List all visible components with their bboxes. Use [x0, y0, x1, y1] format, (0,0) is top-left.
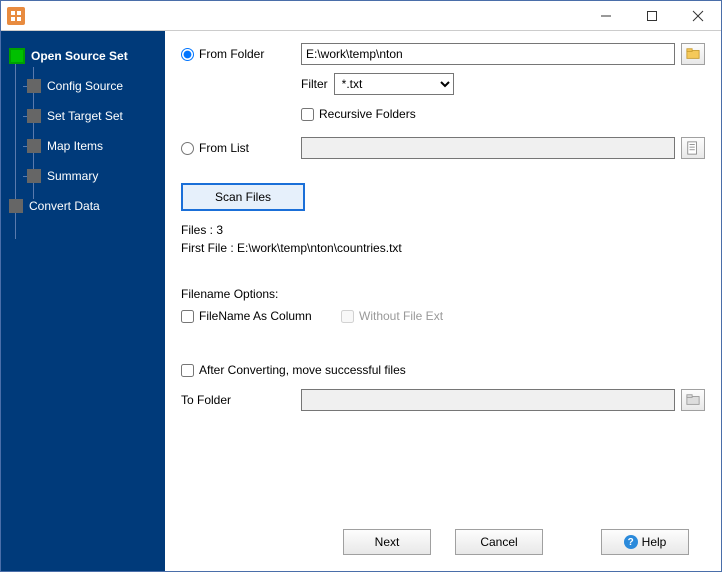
help-icon: ? [624, 535, 638, 549]
help-button[interactable]: ? Help [601, 529, 689, 555]
filename-options-label: Filename Options: [181, 287, 705, 301]
recursive-folders-checkbox[interactable]: Recursive Folders [301, 107, 416, 121]
step-icon [27, 169, 41, 183]
app-window: Open Source Set Config Source Set Target… [0, 0, 722, 572]
to-folder-label: To Folder [181, 393, 301, 407]
from-list-input [301, 137, 675, 159]
next-button[interactable]: Next [343, 529, 431, 555]
sidebar-item-set-target-set[interactable]: Set Target Set [9, 101, 165, 131]
from-folder-label: From Folder [199, 47, 264, 61]
sidebar: Open Source Set Config Source Set Target… [1, 31, 165, 571]
after-converting-checkbox[interactable]: After Converting, move successful files [181, 363, 406, 377]
sidebar-item-label: Set Target Set [47, 109, 123, 123]
after-converting-label: After Converting, move successful files [199, 363, 406, 377]
sidebar-item-label: Convert Data [29, 199, 100, 213]
from-folder-radio[interactable]: From Folder [181, 47, 301, 61]
filter-select[interactable]: *.txt [334, 73, 454, 95]
button-bar: Next Cancel ? Help [181, 523, 705, 561]
sidebar-item-label: Open Source Set [31, 49, 128, 63]
maximize-button[interactable] [629, 1, 675, 31]
filename-as-column-checkbox[interactable]: FileName As Column [181, 309, 341, 323]
filename-as-column-label: FileName As Column [199, 309, 312, 323]
sidebar-item-map-items[interactable]: Map Items [9, 131, 165, 161]
from-list-radio-input[interactable] [181, 142, 194, 155]
sidebar-item-summary[interactable]: Summary [9, 161, 165, 191]
step-icon [27, 139, 41, 153]
scan-files-button[interactable]: Scan Files [181, 183, 305, 211]
step-active-icon [9, 48, 25, 64]
to-folder-input [301, 389, 675, 411]
browse-folder-button[interactable] [681, 43, 705, 65]
close-button[interactable] [675, 1, 721, 31]
sidebar-item-label: Summary [47, 169, 98, 183]
sidebar-item-convert-data[interactable]: Convert Data [9, 191, 165, 221]
sidebar-item-label: Config Source [47, 79, 123, 93]
browse-to-folder-button[interactable] [681, 389, 705, 411]
step-icon [9, 199, 23, 213]
without-file-ext-label: Without File Ext [359, 309, 443, 323]
sidebar-item-config-source[interactable]: Config Source [9, 71, 165, 101]
first-file-text: First File : E:\work\temp\nton\countries… [181, 241, 705, 255]
content-pane: From Folder Filter *.txt [165, 31, 721, 571]
after-converting-input[interactable] [181, 364, 194, 377]
minimize-button[interactable] [583, 1, 629, 31]
recursive-folders-input[interactable] [301, 108, 314, 121]
filter-label: Filter [301, 77, 328, 91]
sidebar-item-open-source-set[interactable]: Open Source Set [9, 41, 165, 71]
browse-list-button[interactable] [681, 137, 705, 159]
sidebar-item-label: Map Items [47, 139, 103, 153]
step-icon [27, 79, 41, 93]
step-icon [27, 109, 41, 123]
files-count-text: Files : 3 [181, 223, 705, 237]
from-list-radio[interactable]: From List [181, 141, 301, 155]
from-list-label: From List [199, 141, 249, 155]
without-file-ext-input [341, 310, 354, 323]
without-file-ext-checkbox: Without File Ext [341, 309, 443, 323]
recursive-folders-label: Recursive Folders [319, 107, 416, 121]
help-label: Help [642, 535, 667, 549]
cancel-button[interactable]: Cancel [455, 529, 543, 555]
app-icon [7, 7, 25, 25]
from-folder-radio-input[interactable] [181, 48, 194, 61]
titlebar [1, 1, 721, 31]
filename-as-column-input[interactable] [181, 310, 194, 323]
from-folder-input[interactable] [301, 43, 675, 65]
